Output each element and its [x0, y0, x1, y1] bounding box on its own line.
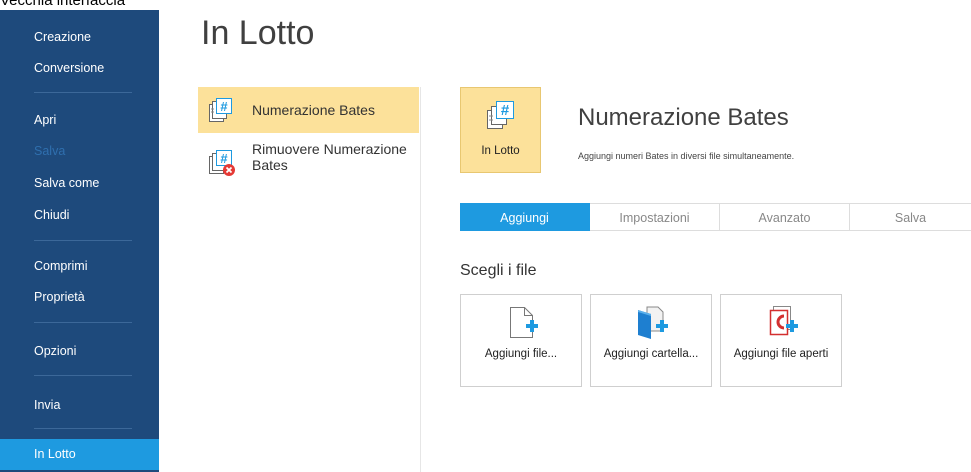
add-folder-button[interactable]: Aggiungi cartella... — [590, 294, 712, 387]
page-title: In Lotto — [201, 14, 315, 52]
bates-remove-icon: # — [208, 149, 235, 176]
add-file-icon — [504, 304, 540, 340]
add-open-files-label: Aggiungi file aperti — [733, 348, 829, 360]
feature-title: Numerazione Bates — [578, 104, 789, 131]
svg-text:#: # — [220, 99, 228, 114]
command-label: Numerazione Bates — [252, 102, 375, 118]
sidebar-item-proprieta[interactable]: Proprietà — [0, 286, 159, 308]
add-file-button[interactable]: Aggiungi file... — [460, 294, 582, 387]
sidebar-item-in-lotto[interactable]: In Lotto — [0, 439, 159, 470]
command-numerazione-bates[interactable]: # Numerazione Bates — [198, 87, 419, 133]
panel-divider — [420, 87, 421, 472]
backstage-sidebar: Creazione Conversione Apri Salva Salva c… — [0, 10, 159, 472]
sidebar-item-conversione[interactable]: Conversione — [0, 57, 159, 79]
bates-number-icon: # — [208, 97, 234, 123]
tab-impostazioni[interactable]: Impostazioni — [590, 203, 720, 231]
tab-bar: Aggiungi Impostazioni Avanzato Salva — [460, 203, 971, 231]
add-folder-icon — [634, 304, 670, 340]
add-open-files-button[interactable]: Aggiungi file aperti — [720, 294, 842, 387]
add-folder-label: Aggiungi cartella... — [603, 348, 699, 360]
sidebar-item-comprimi[interactable]: Comprimi — [0, 255, 159, 277]
tab-aggiungi[interactable]: Aggiungi — [460, 203, 590, 231]
sidebar-separator — [34, 375, 132, 376]
sidebar-separator — [34, 92, 132, 93]
sidebar-separator — [34, 322, 132, 323]
in-lotto-button[interactable]: # In Lotto — [460, 87, 541, 173]
bates-number-icon: # — [483, 100, 517, 130]
sidebar-separator — [34, 428, 132, 429]
caption: Vecchia interfaccia — [0, 0, 126, 9]
sidebar-item-salva-come[interactable]: Salva come — [0, 172, 159, 194]
tab-avanzato[interactable]: Avanzato — [720, 203, 850, 231]
sidebar-item-chiudi[interactable]: Chiudi — [0, 204, 159, 226]
sidebar-separator — [34, 240, 132, 241]
section-title: Scegli i file — [460, 262, 537, 279]
command-rimuovere-numerazione-bates[interactable]: # Rimuovere Numerazione Bates — [198, 141, 419, 187]
svg-text:#: # — [501, 102, 510, 119]
add-open-files-icon — [764, 304, 800, 340]
feature-description: Aggiungi numeri Bates in diversi file si… — [578, 151, 795, 161]
sidebar-item-salva: Salva — [34, 144, 66, 158]
sidebar-item-opzioni[interactable]: Opzioni — [0, 340, 159, 362]
sidebar-item-creazione[interactable]: Creazione — [0, 26, 159, 48]
sidebar-item-apri[interactable]: Apri — [0, 109, 159, 131]
add-file-label: Aggiungi file... — [484, 348, 558, 360]
in-lotto-button-label: In Lotto — [481, 145, 520, 157]
sidebar-item-invia[interactable]: Invia — [0, 394, 159, 416]
command-label: Rimuovere Numerazione Bates — [252, 141, 407, 173]
svg-text:#: # — [220, 151, 228, 166]
tab-salva[interactable]: Salva — [850, 203, 971, 231]
